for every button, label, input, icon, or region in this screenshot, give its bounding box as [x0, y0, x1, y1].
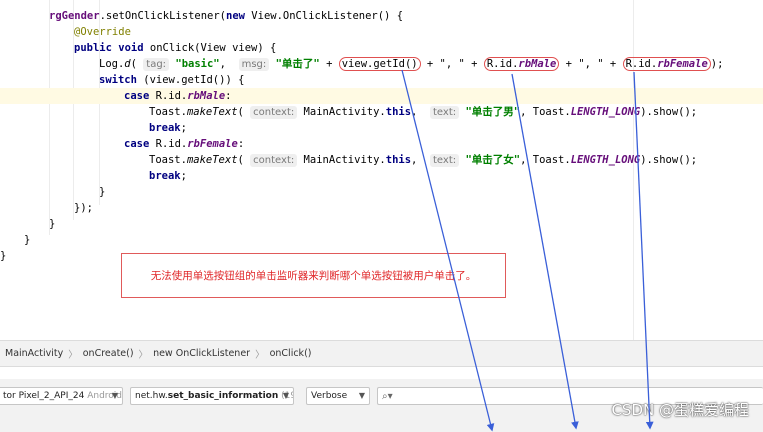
- code-line-5[interactable]: switch (view.getId()) {: [99, 72, 244, 88]
- search-icon: ⌕▾: [382, 390, 393, 402]
- code-line-7[interactable]: Toast.makeText( context: MainActivity.th…: [149, 104, 697, 120]
- watermark: CSDN @蛋糕爱编程: [611, 401, 749, 419]
- annotation-note-text: 无法使用单选按钮组的单击监听器来判断哪个单选按钮被用户单击了。: [150, 270, 477, 282]
- code-line-16[interactable]: }: [0, 248, 6, 264]
- code-line-11[interactable]: break;: [149, 168, 187, 184]
- param-hint-text: text:: [430, 154, 460, 167]
- chevron-down-icon: ▼: [111, 391, 118, 400]
- annotation-note-box: 无法使用单选按钮组的单击监听器来判断哪个单选按钮被用户单击了。: [121, 253, 506, 298]
- breadcrumb-separator: 〉: [68, 349, 78, 361]
- circled-rbfemale: R.id.rbFemale: [622, 57, 711, 71]
- code-line-14[interactable]: }: [49, 216, 55, 232]
- code-line-6[interactable]: case R.id.rbMale:: [0, 88, 763, 104]
- code-line-8[interactable]: break;: [149, 120, 187, 136]
- indent-guide: [49, 0, 50, 235]
- right-margin-guide: [633, 0, 634, 340]
- code-line-13[interactable]: });: [74, 200, 93, 216]
- breadcrumb-item-mainactivity[interactable]: MainActivity: [2, 348, 66, 359]
- breadcrumb-separator: 〉: [255, 349, 265, 361]
- param-hint-tag: tag:: [143, 58, 170, 71]
- code-line-1[interactable]: rgGender.setOnClickListener(new View.OnC…: [49, 8, 403, 24]
- code-line-9[interactable]: case R.id.rbFemale:: [124, 136, 244, 152]
- chevron-down-icon: ▼: [358, 391, 365, 400]
- code-line-12[interactable]: }: [99, 184, 105, 200]
- code-line-3[interactable]: public void onClick(View view) {: [74, 40, 276, 56]
- chevron-down-icon: ▼: [282, 391, 289, 400]
- code-line-10[interactable]: Toast.makeText( context: MainActivity.th…: [149, 152, 697, 168]
- param-hint-msg: msg:: [238, 58, 270, 71]
- circled-view-getid: view.getId(): [338, 57, 421, 71]
- log-level-select[interactable]: Verbose ▼: [306, 387, 370, 405]
- breadcrumb-separator: 〉: [138, 349, 149, 361]
- circled-rbmale: R.id.rbMale: [483, 57, 560, 71]
- code-line-15[interactable]: }: [24, 232, 30, 248]
- breadcrumb: MainActivity 〉 onCreate() 〉 new OnClickL…: [0, 340, 763, 367]
- param-hint-context: context:: [250, 154, 298, 167]
- breadcrumb-item-new-onclicklistener[interactable]: new OnClickListener: [150, 348, 253, 359]
- process-select[interactable]: net.hw.set_basic_information (193 ▼: [130, 387, 294, 405]
- breadcrumb-item-onclick[interactable]: onClick(): [267, 348, 315, 359]
- code-line-2[interactable]: @Override: [74, 24, 131, 40]
- code-line-4[interactable]: Log.d( tag: "basic", msg: "单击了" + view.g…: [99, 56, 723, 72]
- breadcrumb-item-oncreate[interactable]: onCreate(): [80, 348, 137, 359]
- param-hint-context: context:: [250, 106, 298, 119]
- device-select[interactable]: tor Pixel_2_API_24 Android ▼: [0, 387, 123, 405]
- param-hint-text: text:: [430, 106, 460, 119]
